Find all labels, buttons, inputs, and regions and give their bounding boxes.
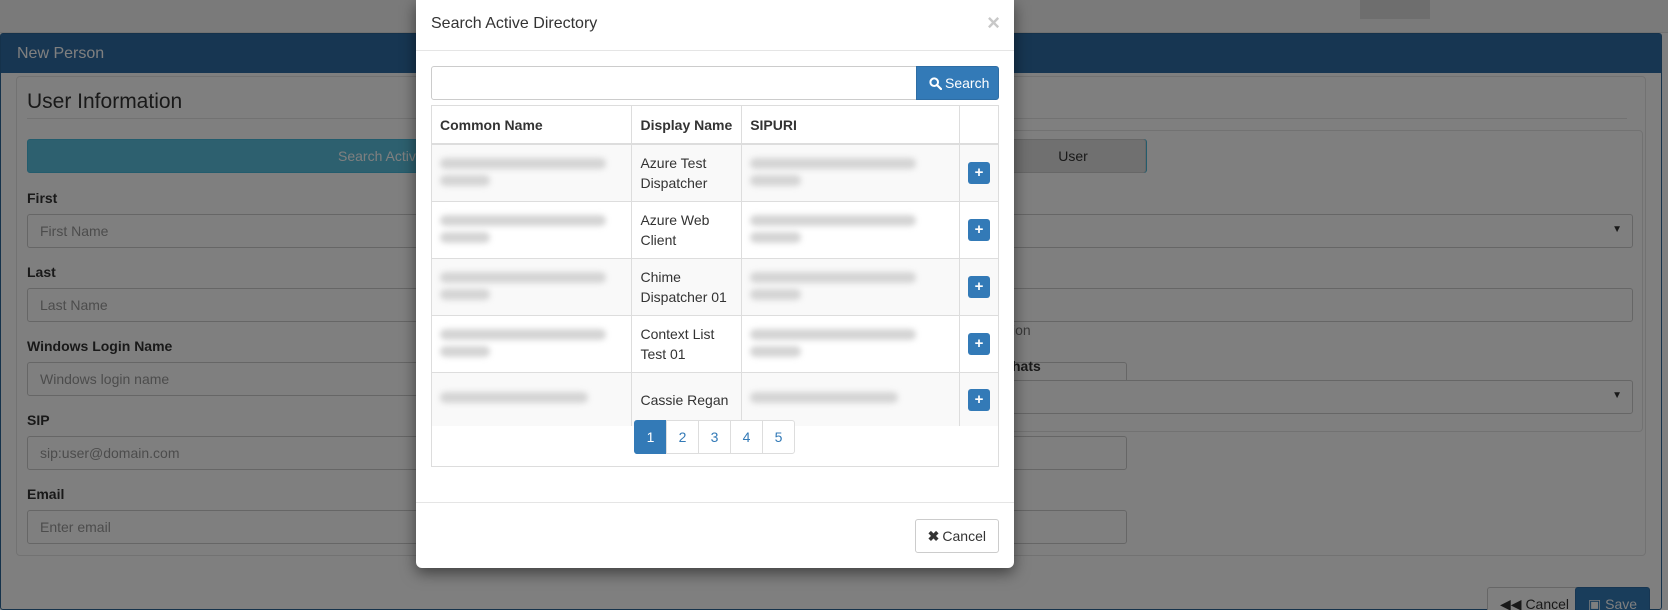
modal-cancel-button[interactable]: ✖ Cancel (914, 519, 999, 553)
table-row: Context List Test 01 + (432, 315, 998, 373)
table-row: Azure Web Client + (432, 201, 998, 259)
common-name-cell (432, 143, 633, 202)
sipuri-cell (741, 258, 960, 316)
action-cell: + (959, 201, 998, 259)
common-name-cell (432, 372, 633, 426)
action-cell: + (959, 143, 998, 202)
redacted-text (440, 381, 620, 413)
action-cell: + (959, 372, 998, 426)
display-name-cell: Cassie Regan (631, 372, 743, 426)
redacted-text (750, 155, 930, 187)
display-name-cell: Context List Test 01 (631, 315, 743, 373)
redacted-text (440, 212, 620, 244)
search-row: Search (431, 66, 999, 100)
modal-title: Search Active Directory (431, 15, 598, 32)
redacted-text (440, 326, 620, 358)
column-header-display-name[interactable]: Display Name (631, 106, 743, 145)
common-name-cell (432, 315, 633, 373)
modal-cancel-label: Cancel (942, 528, 986, 544)
sipuri-cell (741, 315, 960, 373)
modal-header: Search Active Directory (416, 0, 1014, 51)
results-table-container: Common Name Display Name SIPURI Azure Te… (431, 105, 999, 467)
redacted-text (750, 326, 930, 358)
display-name-cell: Azure Web Client (631, 201, 743, 259)
search-input[interactable] (431, 66, 917, 100)
table-row: Chime Dispatcher 01 + (432, 258, 998, 316)
redacted-text (750, 269, 930, 301)
add-icon[interactable]: + (967, 388, 990, 411)
action-cell: + (959, 258, 998, 316)
close-icon[interactable]: × (987, 12, 1000, 34)
add-icon[interactable]: + (967, 333, 990, 355)
results-table: Common Name Display Name SIPURI Azure Te… (432, 106, 998, 426)
redacted-text (750, 381, 930, 413)
search-button-label: Search (945, 75, 990, 91)
sipuri-cell (741, 372, 960, 426)
search-icon (929, 77, 943, 91)
common-name-cell (432, 201, 633, 259)
modal-footer: ✖ Cancel (416, 502, 1014, 568)
close-icon: ✖ (927, 528, 940, 544)
add-icon[interactable]: + (967, 162, 990, 184)
table-row: Azure Test Dispatcher + (432, 143, 998, 202)
table-row: Cassie Regan + (432, 372, 998, 426)
search-ad-modal: Search Active Directory × Search Common … (416, 0, 1014, 568)
column-header-common-name[interactable]: Common Name (432, 106, 633, 145)
redacted-text (440, 155, 620, 187)
common-name-cell (432, 258, 633, 316)
redacted-text (750, 212, 930, 244)
action-cell: + (959, 315, 998, 373)
column-header-actions (959, 106, 998, 145)
sipuri-cell (741, 143, 960, 202)
redacted-text (440, 269, 620, 301)
sipuri-cell (741, 201, 960, 259)
add-icon[interactable]: + (967, 276, 990, 298)
pagination: 1 2 3 4 5 (634, 420, 795, 454)
display-name-cell: Chime Dispatcher 01 (631, 258, 743, 316)
display-name-cell: Azure Test Dispatcher (631, 143, 743, 202)
page-link-2[interactable]: 2 (666, 420, 699, 454)
search-button[interactable]: Search (916, 66, 999, 100)
page-link-5[interactable]: 5 (762, 420, 795, 454)
page-link-1[interactable]: 1 (634, 420, 667, 454)
page-link-3[interactable]: 3 (698, 420, 731, 454)
add-icon[interactable]: + (967, 219, 990, 241)
page-link-4[interactable]: 4 (730, 420, 763, 454)
column-header-sipuri[interactable]: SIPURI (741, 106, 960, 145)
